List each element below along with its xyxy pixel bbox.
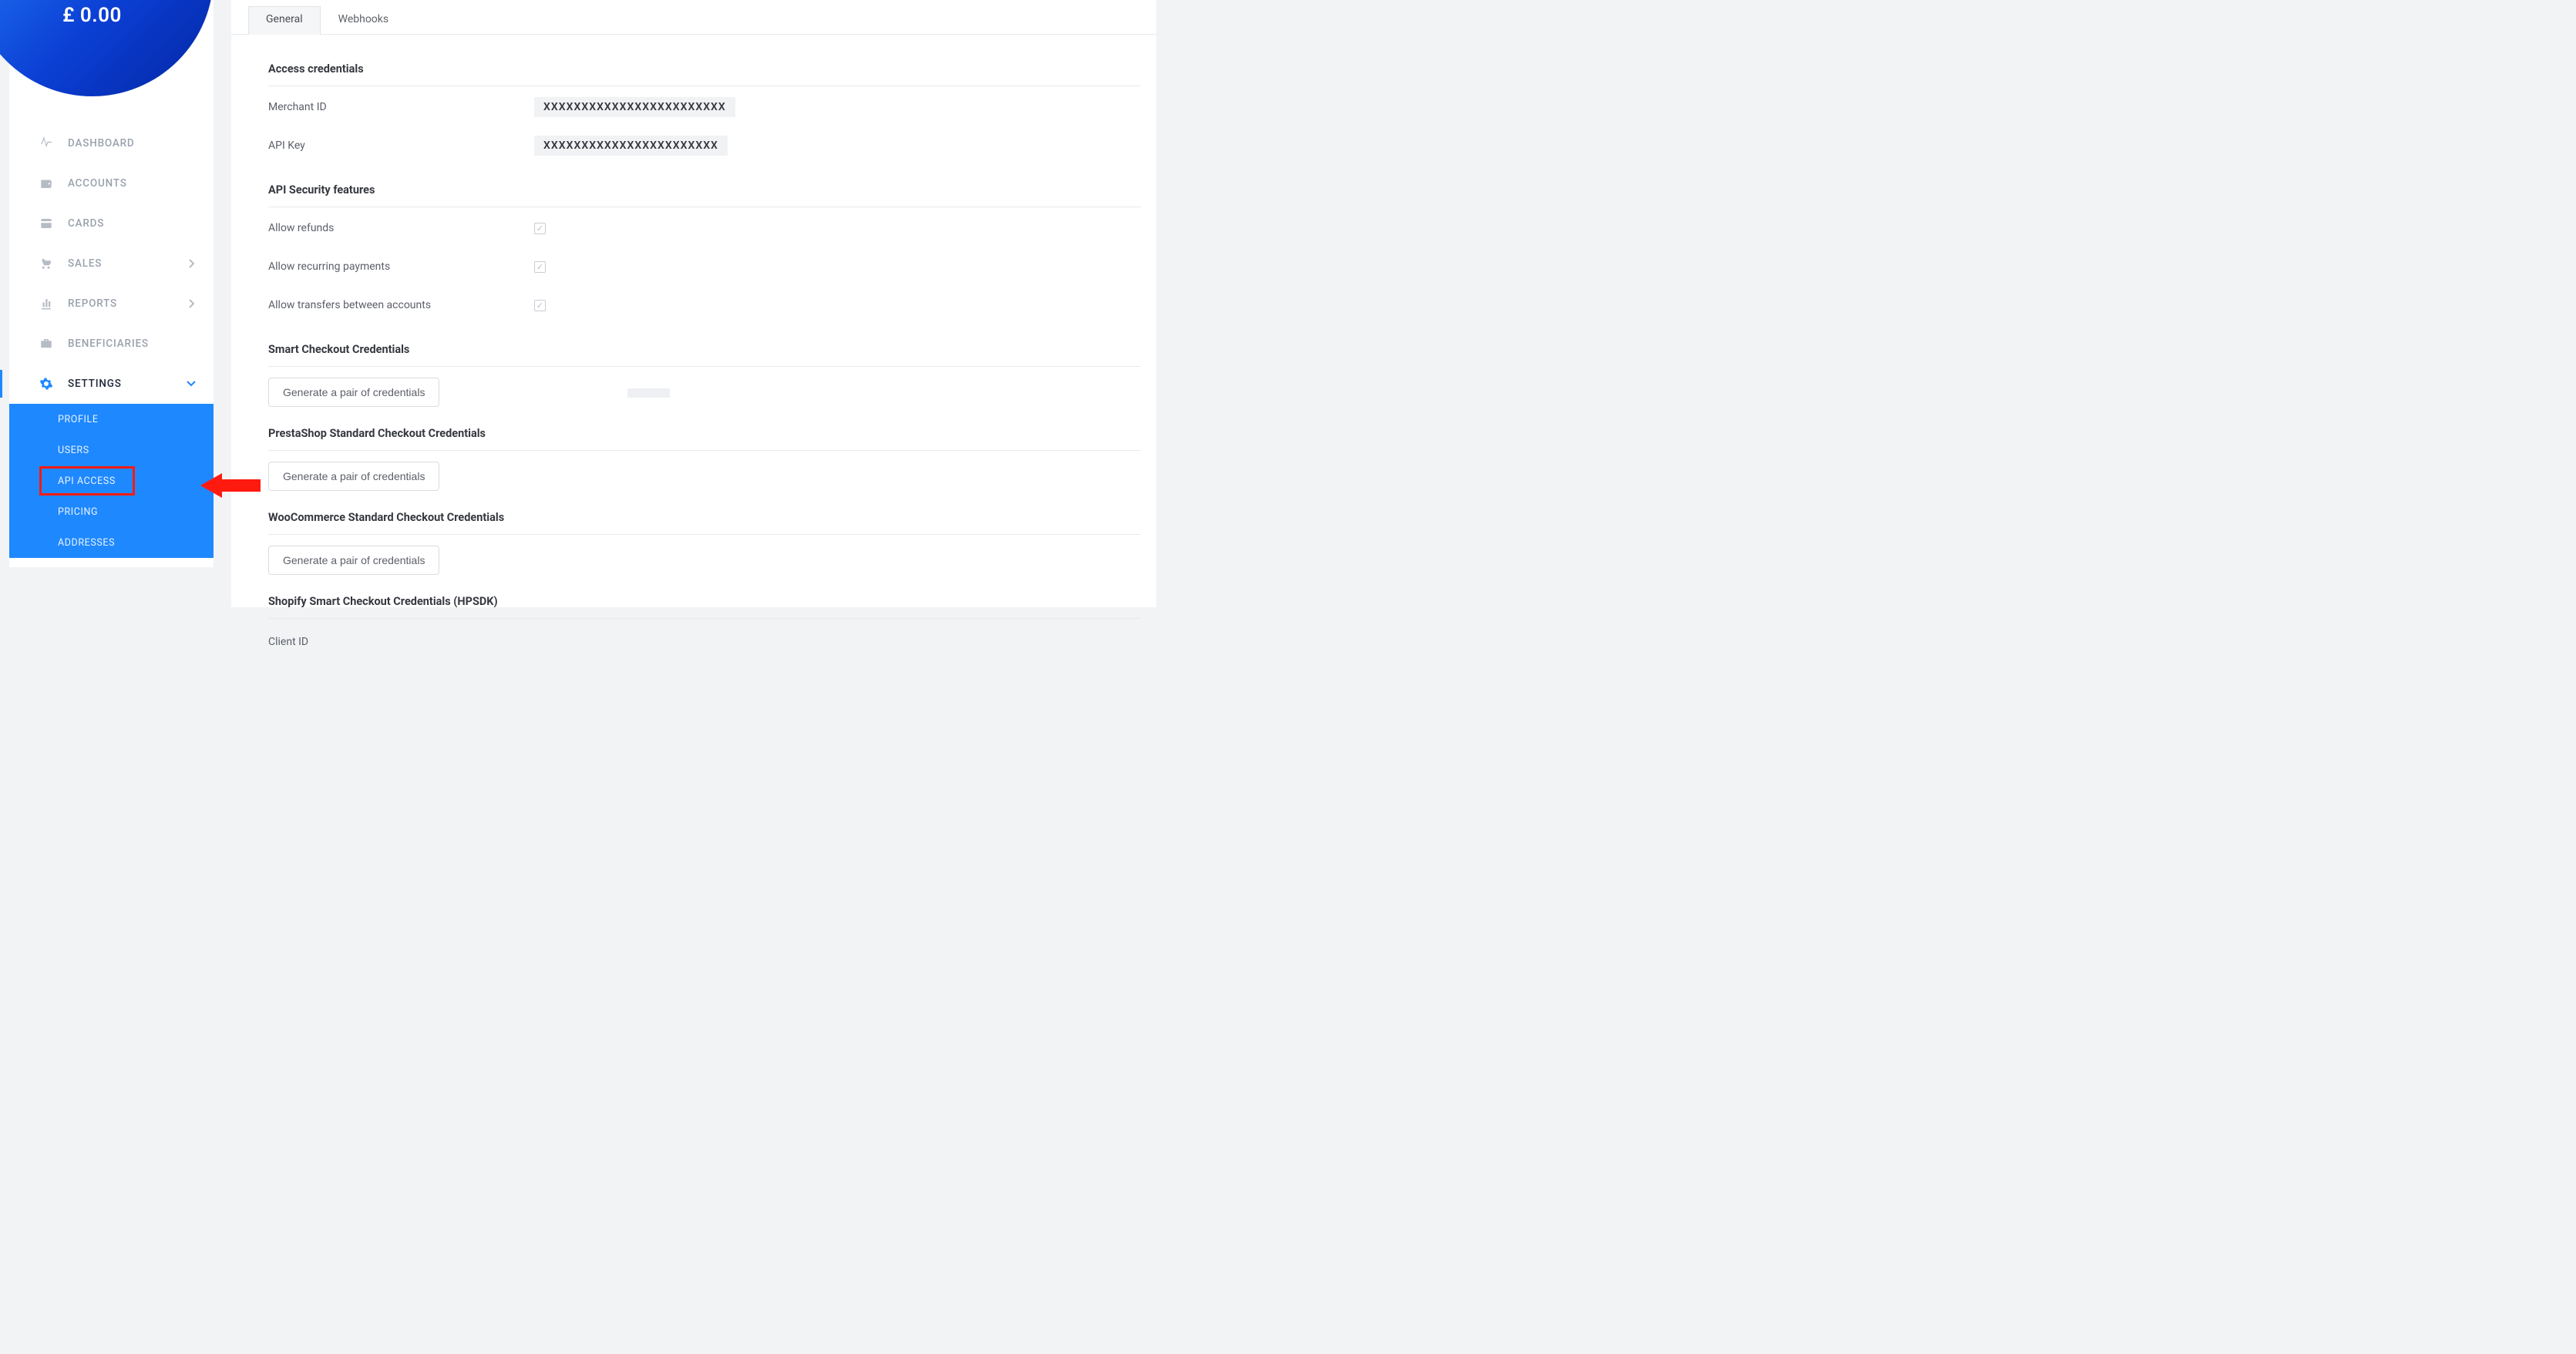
tab-label: Webhooks <box>338 13 389 25</box>
subnav-item-label: USERS <box>58 445 89 456</box>
briefcase-icon <box>39 336 54 351</box>
subnav-item-pricing[interactable]: PRICING <box>9 496 214 527</box>
section-title-shopify: Shopify Smart Checkout Credentials (HPSD… <box>268 575 1141 619</box>
settings-subnav: PROFILE USERS API ACCESS PRICING ADDRESS… <box>9 404 214 558</box>
activity-icon <box>39 136 54 151</box>
gear-icon <box>39 376 54 391</box>
sidebar-item-settings[interactable]: SETTINGS <box>9 364 214 404</box>
subnav-item-label: ADDRESSES <box>58 537 115 549</box>
tab-label: General <box>266 13 303 25</box>
section-title-prestashop: PrestaShop Standard Checkout Credentials <box>268 407 1141 451</box>
section-title-access-credentials: Access credentials <box>268 42 1141 86</box>
row-allow-transfers: Allow transfers between accounts ✓ <box>268 284 1141 323</box>
label-allow-transfers: Allow transfers between accounts <box>268 299 534 311</box>
subnav-item-label: PRICING <box>58 506 98 518</box>
value-api-key: XXXXXXXXXXXXXXXXXXXXXXX <box>534 136 728 156</box>
sidebar-item-label: SALES <box>68 257 102 270</box>
sales-icon <box>39 256 54 271</box>
sidebar-item-label: DASHBOARD <box>68 137 135 150</box>
button-label: Generate a pair of credentials <box>283 470 425 482</box>
chevron-right-icon <box>186 258 197 269</box>
placeholder-bar <box>627 388 670 398</box>
sidebar-nav: DASHBOARD ACCOUNTS CARDS SALES <box>9 123 214 558</box>
value-merchant-id: XXXXXXXXXXXXXXXXXXXXXXXX <box>534 97 735 117</box>
sidebar-item-label: BENEFICIARIES <box>68 338 149 350</box>
section-title-woocommerce: WooCommerce Standard Checkout Credential… <box>268 491 1141 535</box>
subnav-item-profile[interactable]: PROFILE <box>9 404 214 435</box>
label-allow-refunds: Allow refunds <box>268 222 534 234</box>
chevron-right-icon <box>186 298 197 309</box>
subnav-item-addresses[interactable]: ADDRESSES <box>9 527 214 558</box>
generate-credentials-button-woocommerce[interactable]: Generate a pair of credentials <box>268 546 439 575</box>
sidebar: £ 0.00 DASHBOARD ACCOUNTS CARDS SALES <box>9 0 214 567</box>
balance-amount: £ 0.00 <box>62 4 122 27</box>
checkbox-allow-transfers[interactable]: ✓ <box>534 300 546 311</box>
sidebar-item-label: ACCOUNTS <box>68 177 127 190</box>
row-merchant-id: Merchant ID XXXXXXXXXXXXXXXXXXXXXXXX <box>268 86 1141 125</box>
label-allow-recurring: Allow recurring payments <box>268 260 534 273</box>
checkbox-allow-recurring[interactable]: ✓ <box>534 261 546 273</box>
main-panel: General Webhooks Access credentials Merc… <box>231 0 1156 607</box>
annotation-arrow-icon <box>200 470 261 504</box>
button-label: Generate a pair of credentials <box>283 386 425 398</box>
sidebar-item-label: REPORTS <box>68 297 117 310</box>
sidebar-item-label: SETTINGS <box>68 378 122 390</box>
content-area: Access credentials Merchant ID XXXXXXXXX… <box>231 35 1156 671</box>
card-icon <box>39 216 54 231</box>
subnav-item-api-access[interactable]: API ACCESS <box>39 465 136 496</box>
subnav-item-users[interactable]: USERS <box>9 435 214 465</box>
sidebar-item-label: CARDS <box>68 217 104 230</box>
sidebar-item-reports[interactable]: REPORTS <box>9 284 214 324</box>
subnav-item-label: PROFILE <box>58 414 99 425</box>
chart-icon <box>39 296 54 311</box>
sidebar-item-dashboard[interactable]: DASHBOARD <box>9 123 214 163</box>
label-client-id: Client ID <box>268 619 1141 648</box>
section-title-smart-checkout: Smart Checkout Credentials <box>268 323 1141 367</box>
sidebar-item-cards[interactable]: CARDS <box>9 203 214 244</box>
generate-credentials-button-smart[interactable]: Generate a pair of credentials <box>268 378 439 407</box>
row-allow-recurring: Allow recurring payments ✓ <box>268 246 1141 284</box>
generate-credentials-button-prestashop[interactable]: Generate a pair of credentials <box>268 462 439 491</box>
sidebar-item-accounts[interactable]: ACCOUNTS <box>9 163 214 203</box>
label-merchant-id: Merchant ID <box>268 101 534 113</box>
button-label: Generate a pair of credentials <box>283 554 425 566</box>
tab-webhooks[interactable]: Webhooks <box>321 6 407 35</box>
subnav-item-label: API ACCESS <box>58 475 116 487</box>
wallet-icon <box>39 176 54 191</box>
section-title-api-security: API Security features <box>268 163 1141 207</box>
balance-disc: £ 0.00 <box>0 0 214 96</box>
label-api-key: API Key <box>268 139 534 152</box>
row-api-key: API Key XXXXXXXXXXXXXXXXXXXXXXX <box>268 125 1141 163</box>
sidebar-item-sales[interactable]: SALES <box>9 244 214 284</box>
tabs: General Webhooks <box>231 0 1156 35</box>
sidebar-item-beneficiaries[interactable]: BENEFICIARIES <box>9 324 214 364</box>
checkbox-allow-refunds[interactable]: ✓ <box>534 223 546 234</box>
tab-general[interactable]: General <box>248 6 321 35</box>
chevron-down-icon <box>186 378 197 389</box>
row-allow-refunds: Allow refunds ✓ <box>268 207 1141 246</box>
